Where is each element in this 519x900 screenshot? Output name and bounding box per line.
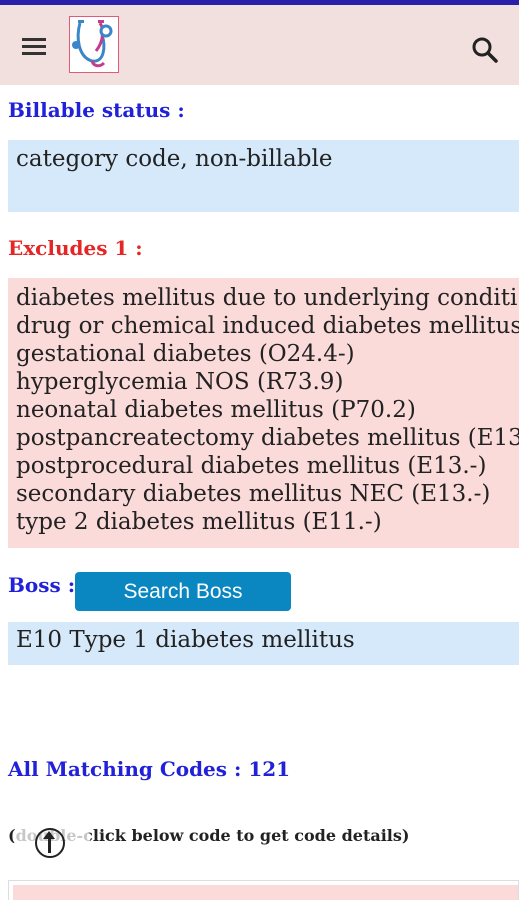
list-item[interactable] (13, 885, 518, 900)
excludes-item: postprocedural diabetes mellitus (E13.-) (16, 453, 487, 479)
boss-label: Boss : (8, 573, 76, 597)
excludes-item: neonatal diabetes mellitus (P70.2) (16, 397, 416, 423)
billable-status-label: Billable status : (8, 98, 185, 122)
search-boss-button[interactable]: Search Boss (75, 572, 291, 611)
hamburger-menu-icon[interactable] (20, 35, 50, 57)
excludes-item: diabetes mellitus due to underlying cond… (16, 285, 518, 311)
app-bar (0, 5, 519, 85)
excludes-item: drug or chemical induced diabetes mellit… (16, 313, 519, 339)
excludes-item: postpancreatectomy diabetes mellitus (E1… (16, 425, 519, 451)
boss-value: E10 Type 1 diabetes mellitus (8, 622, 519, 665)
matching-codes-list[interactable] (8, 880, 519, 900)
stethoscope-icon (69, 16, 119, 73)
excludes-label: Excludes 1 : (8, 236, 143, 260)
billable-status-value: category code, non-billable (8, 140, 519, 212)
scroll-to-top-button[interactable] (14, 805, 90, 881)
excludes-item: gestational diabetes (O24.4-) (16, 341, 355, 367)
search-icon[interactable] (470, 35, 500, 65)
matching-codes-label: All Matching Codes : 121 (8, 757, 291, 781)
excludes-list: diabetes mellitus due to underlying cond… (8, 278, 519, 548)
excludes-item: type 2 diabetes mellitus (E11.-) (16, 509, 382, 535)
excludes-item: hyperglycemia NOS (R73.9) (16, 369, 344, 395)
excludes-item: secondary diabetes mellitus NEC (E13.-) (16, 481, 491, 507)
